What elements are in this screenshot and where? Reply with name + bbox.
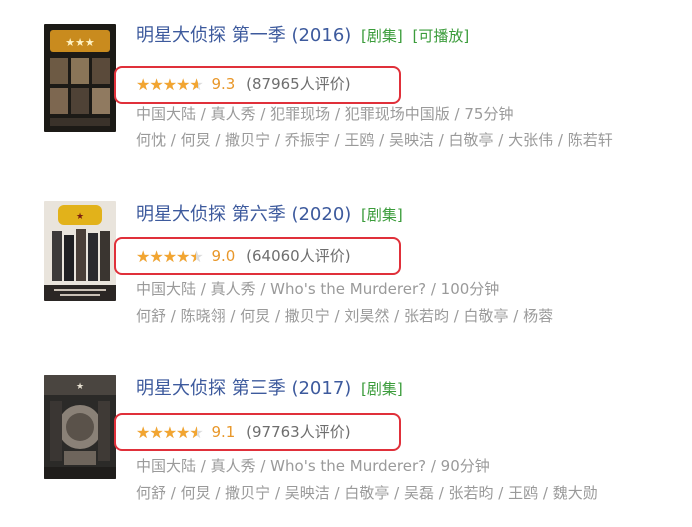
tag-drama[interactable]: [剧集] [361, 206, 403, 224]
meta-info: 中国大陆 / 真人秀 / Who's the Murderer? / 90分钟 [136, 457, 490, 475]
tag-playable[interactable]: [可播放] [412, 27, 469, 45]
title-row: 明星大侦探 第一季 (2016) [剧集] [可播放] [136, 22, 692, 50]
result-item: ★ 明星大侦探 第六季 (2020) [剧集] ★★★★★ ★★★★★ 9.0 … [0, 197, 692, 347]
rating-count[interactable]: (64060人评价) [246, 247, 350, 265]
cast-list: 何舒 / 陈晓翎 / 何炅 / 撒贝宁 / 刘昊然 / 张若昀 / 白敬亭 / … [136, 307, 554, 325]
title-link[interactable]: 明星大侦探 第一季 (2016) [136, 25, 351, 46]
star-icon: ★★★★★ [136, 423, 197, 442]
cast-list: 何舒 / 何炅 / 撒贝宁 / 吴映洁 / 白敬亭 / 吴磊 / 张若昀 / 王… [136, 484, 598, 502]
rating-score: 9.0 [211, 247, 236, 265]
result-info: 明星大侦探 第六季 (2020) [剧集] ★★★★★ ★★★★★ 9.0 (6… [114, 201, 692, 325]
meta-info: 中国大陆 / 真人秀 / 犯罪现场 / 犯罪现场中国版 / 75分钟 [136, 105, 514, 123]
result-info: 明星大侦探 第一季 (2016) [剧集] [可播放] ★★★★★ ★★★★★ … [114, 22, 692, 149]
search-results: ★★★ 明星大侦探 第一季 (2016) [剧集] [可播放] ★★★★★ ★★… [0, 0, 692, 527]
meta-info: 中国大陆 / 真人秀 / Who's the Murderer? / 100分钟 [136, 280, 500, 298]
rating-row: ★★★★★ ★★★★★ 9.3 (87965人评价) [136, 72, 351, 96]
svg-text:★: ★ [76, 382, 84, 392]
result-item: ★★★ 明星大侦探 第一季 (2016) [剧集] [可播放] ★★★★★ ★★… [0, 22, 692, 172]
cast-list: 何忱 / 何炅 / 撒贝宁 / 乔振宇 / 王鸥 / 吴映洁 / 白敬亭 / 大… [136, 131, 613, 149]
star-icon: ★★★★★ [136, 247, 197, 266]
title-link[interactable]: 明星大侦探 第六季 (2020) [136, 204, 351, 225]
title-row: 明星大侦探 第三季 (2017) [剧集] [136, 375, 692, 403]
rating-score: 9.1 [211, 423, 236, 441]
tag-drama[interactable]: [剧集] [361, 27, 403, 45]
rating-score: 9.3 [211, 75, 236, 93]
title-link[interactable]: 明星大侦探 第三季 (2017) [136, 378, 351, 399]
poster-image[interactable]: ★ [44, 375, 116, 479]
rating-count[interactable]: (87965人评价) [246, 75, 350, 93]
rating-row: ★★★★★ ★★★★★ 9.0 (64060人评价) [136, 244, 351, 268]
title-row: 明星大侦探 第六季 (2020) [剧集] [136, 201, 692, 229]
result-item: ★ 明星大侦探 第三季 (2017) [剧集] ★★★★★ ★★★★★ 9.1 [0, 371, 692, 521]
svg-text:★: ★ [76, 212, 84, 222]
poster-image[interactable]: ★ [44, 201, 116, 301]
poster-image[interactable]: ★★★ [44, 24, 116, 132]
star-rating: ★★★★★ ★★★★★ [136, 245, 204, 269]
tag-drama[interactable]: [剧集] [361, 380, 403, 398]
star-icon: ★★★★★ [136, 75, 199, 94]
rating-count[interactable]: (97763人评价) [246, 423, 350, 441]
star-rating: ★★★★★ ★★★★★ [136, 421, 204, 445]
rating-row: ★★★★★ ★★★★★ 9.1 (97763人评价) [136, 420, 351, 444]
star-rating: ★★★★★ ★★★★★ [136, 73, 204, 97]
result-info: 明星大侦探 第三季 (2017) [剧集] ★★★★★ ★★★★★ 9.1 (9… [114, 375, 692, 502]
svg-text:★★★: ★★★ [65, 36, 95, 49]
